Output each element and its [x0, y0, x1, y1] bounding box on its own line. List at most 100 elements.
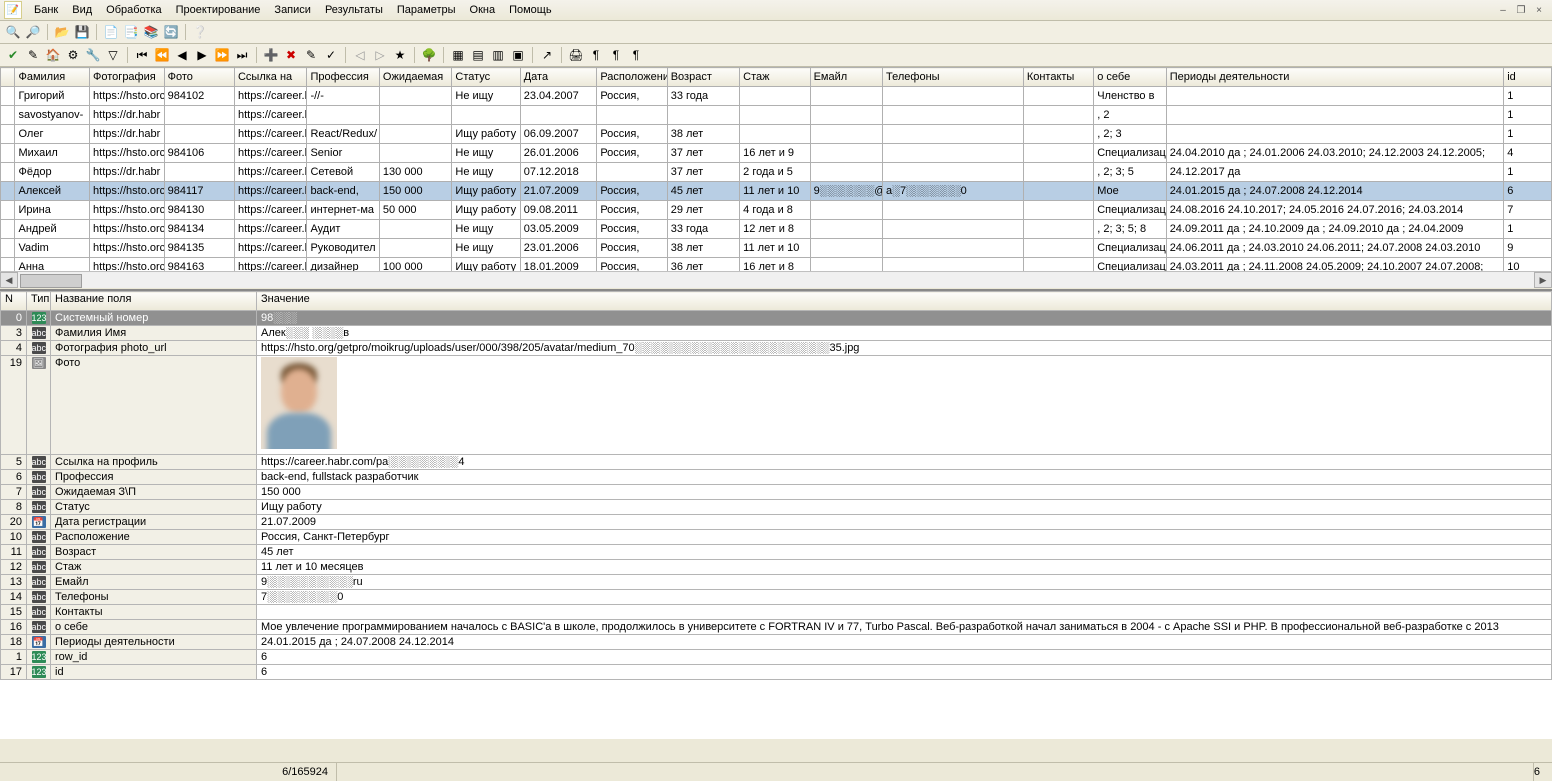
table-cell[interactable]: a░7░░░░░░░0	[883, 182, 1024, 201]
table-cell[interactable]: 11 лет и 10	[740, 239, 810, 258]
table-cell[interactable]: https://hsto.orс	[90, 258, 165, 272]
table-cell[interactable]: 23.04.2007	[520, 87, 597, 106]
table-cell[interactable]: 45 лет	[667, 182, 739, 201]
table-cell[interactable]: 18.01.2009	[520, 258, 597, 272]
goto-prev-icon[interactable]: ◀	[173, 46, 191, 64]
edit-icon[interactable]: ✎	[24, 46, 42, 64]
detail-value[interactable]: 9░░░░░░░░░░░ru	[257, 575, 1552, 590]
table-cell[interactable]: Григорий	[15, 87, 90, 106]
detail-row[interactable]: 15abcКонтакты	[1, 605, 1552, 620]
table-cell[interactable]	[810, 220, 882, 239]
table-cell[interactable]	[883, 201, 1024, 220]
detail-value[interactable]: Россия, Санкт-Петербург	[257, 530, 1552, 545]
table-cell[interactable]: Не ищу	[452, 220, 520, 239]
table-cell[interactable]: 1	[1504, 220, 1552, 239]
table-cell[interactable]: Специализац	[1094, 239, 1166, 258]
detail-row[interactable]: 11abcВозраст45 лет	[1, 545, 1552, 560]
doc-new-icon[interactable]: 📄	[102, 23, 120, 41]
table-cell[interactable]: 11 лет и 10	[740, 182, 810, 201]
detail-value[interactable]: back-end, fullstack разработчик	[257, 470, 1552, 485]
col-header[interactable]: Контакты	[1023, 68, 1093, 87]
table-cell[interactable]	[1166, 87, 1504, 106]
para3-icon[interactable]: ¶	[627, 46, 645, 64]
table-cell[interactable]: https://hsto.orс	[90, 144, 165, 163]
table-cell[interactable]	[1023, 163, 1093, 182]
detail-value[interactable]: 45 лет	[257, 545, 1552, 560]
table-cell[interactable]: back-end,	[307, 182, 379, 201]
table-cell[interactable]	[379, 87, 451, 106]
grid4-icon[interactable]: ▣	[509, 46, 527, 64]
table-row[interactable]: Иринаhttps://hsto.orс984130https://caree…	[1, 201, 1552, 220]
col-header[interactable]: Стаж	[740, 68, 810, 87]
menu-process[interactable]: Обработка	[100, 2, 167, 18]
table-cell[interactable]: 100 000	[379, 258, 451, 272]
menu-results[interactable]: Результаты	[319, 2, 389, 18]
table-cell[interactable]	[883, 239, 1024, 258]
table-cell[interactable]: https://hsto.orс	[90, 239, 165, 258]
detail-row[interactable]: 1123row_id6	[1, 650, 1552, 665]
detail-row[interactable]: 4abcФотография photo_urlhttps://hsto.org…	[1, 341, 1552, 356]
table-row[interactable]: Олегhttps://dr.habrhttps://career.hReact…	[1, 125, 1552, 144]
detail-value[interactable]: https://hsto.org/getpro/moikrug/uploads/…	[257, 341, 1552, 356]
detail-col-n[interactable]: N	[1, 292, 27, 311]
table-cell[interactable]: https://career.h	[234, 144, 306, 163]
table-cell[interactable]	[883, 125, 1024, 144]
table-cell[interactable]: 23.01.2006	[520, 239, 597, 258]
table-cell[interactable]	[810, 163, 882, 182]
table-cell[interactable]	[520, 106, 597, 125]
table-cell[interactable]: 1	[1504, 163, 1552, 182]
table-cell[interactable]: 12 лет и 8	[740, 220, 810, 239]
table-cell[interactable]: Россия,	[597, 239, 667, 258]
table-cell[interactable]: 29 лет	[667, 201, 739, 220]
detail-col-field[interactable]: Название поля	[51, 292, 257, 311]
table-cell[interactable]	[810, 258, 882, 272]
table-cell[interactable]: 26.01.2006	[520, 144, 597, 163]
table-cell[interactable]: интернет-ма	[307, 201, 379, 220]
scroll-right-icon[interactable]: ▶	[1534, 272, 1552, 288]
nav-fwd-icon[interactable]: ▷	[371, 46, 389, 64]
refresh-icon[interactable]: 🔄	[162, 23, 180, 41]
table-cell[interactable]: 984106	[164, 144, 234, 163]
table-cell[interactable]: https://career.h	[234, 201, 306, 220]
goto-prev-page-icon[interactable]: ⏪	[153, 46, 171, 64]
table-cell[interactable]: Ищу работу	[452, 201, 520, 220]
table-cell[interactable]: 07.12.2018	[520, 163, 597, 182]
table-cell[interactable]: 16 лет и 8	[740, 258, 810, 272]
table-cell[interactable]: Не ищу	[452, 239, 520, 258]
col-header[interactable]: Расположени	[597, 68, 667, 87]
table-cell[interactable]: Андрей	[15, 220, 90, 239]
col-header[interactable]: Ожидаемая	[379, 68, 451, 87]
detail-value[interactable]: 150 000	[257, 485, 1552, 500]
table-cell[interactable]: 984163	[164, 258, 234, 272]
col-header[interactable]	[1, 68, 15, 87]
table-cell[interactable]	[1, 239, 15, 258]
detail-row[interactable]: 7abcОжидаемая З\П150 000	[1, 485, 1552, 500]
table-cell[interactable]: 1	[1504, 125, 1552, 144]
table-cell[interactable]: Аудит	[307, 220, 379, 239]
detail-value[interactable]: 6	[257, 665, 1552, 680]
table-cell[interactable]: дизайнер	[307, 258, 379, 272]
detail-row[interactable]: 10abcРасположениеРоссия, Санкт-Петербург	[1, 530, 1552, 545]
table-cell[interactable]: 984102	[164, 87, 234, 106]
table-cell[interactable]	[883, 106, 1024, 125]
table-cell[interactable]: Руководител	[307, 239, 379, 258]
nav-back-icon[interactable]: ◁	[351, 46, 369, 64]
table-cell[interactable]: Не ищу	[452, 163, 520, 182]
table-cell[interactable]: 33 года	[667, 87, 739, 106]
table-cell[interactable]: 2 года и 5	[740, 163, 810, 182]
table-cell[interactable]: Россия,	[597, 87, 667, 106]
table-cell[interactable]	[883, 87, 1024, 106]
col-header[interactable]: Периоды деятельности	[1166, 68, 1504, 87]
add-record-icon[interactable]: ➕	[262, 46, 280, 64]
table-cell[interactable]: https://career.h	[234, 258, 306, 272]
detail-row[interactable]: 19🖼Фото	[1, 356, 1552, 455]
table-cell[interactable]: 38 лет	[667, 239, 739, 258]
table-cell[interactable]: 24.01.2015 да ; 24.07.2008 24.12.2014	[1166, 182, 1504, 201]
col-header[interactable]: Телефоны	[883, 68, 1024, 87]
table-cell[interactable]: 984117	[164, 182, 234, 201]
table-cell[interactable]	[1, 106, 15, 125]
col-header[interactable]: Ссылка на	[234, 68, 306, 87]
table-cell[interactable]	[597, 106, 667, 125]
delete-record-icon[interactable]: ✖	[282, 46, 300, 64]
table-cell[interactable]	[1023, 239, 1093, 258]
